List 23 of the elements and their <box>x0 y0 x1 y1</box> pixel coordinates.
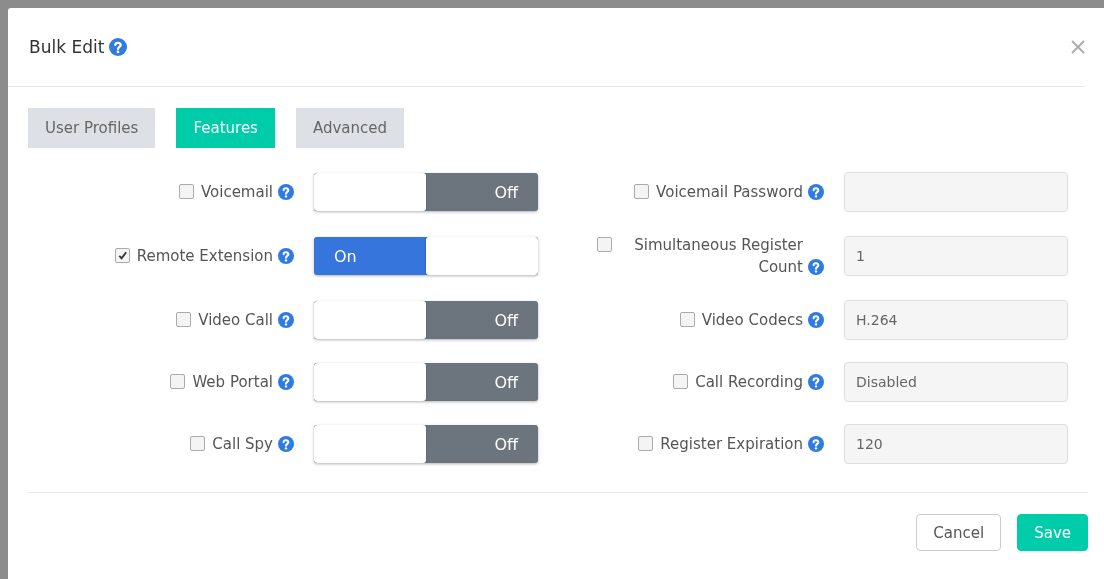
field-label: Remote Extension <box>136 246 273 267</box>
tab[interactable]: User Profiles <box>28 108 156 148</box>
input-field[interactable]: H.264 <box>844 300 1068 340</box>
field-label: Voicemail Password <box>656 182 803 203</box>
field-label: Voicemail <box>200 182 273 203</box>
input-field[interactable]: Disabled <box>844 362 1068 402</box>
field-label: Register Expiration <box>660 434 803 455</box>
input-field[interactable]: 1 <box>844 236 1068 276</box>
field-label: Call Recording <box>695 372 803 393</box>
field-label: Video Call <box>198 310 273 331</box>
toggle-switch[interactable]: Off <box>314 425 538 463</box>
input-field[interactable]: 120 <box>844 424 1068 464</box>
field-label: Call Spy <box>212 434 273 455</box>
toggle-switch[interactable]: Off <box>314 301 538 339</box>
cancel-button[interactable]: Cancel <box>916 514 1002 551</box>
toggle-switch[interactable]: Off <box>314 173 538 211</box>
dialog-title: Bulk Edit <box>29 37 105 57</box>
toggle-switch[interactable]: On <box>314 237 538 275</box>
toggle-switch[interactable]: Off <box>314 363 538 401</box>
field-label: Simultaneous Register Count <box>633 235 803 278</box>
field-label: Web Portal <box>192 372 273 393</box>
tab[interactable]: Advanced <box>295 108 404 148</box>
field-label: Video Codecs <box>701 310 803 331</box>
